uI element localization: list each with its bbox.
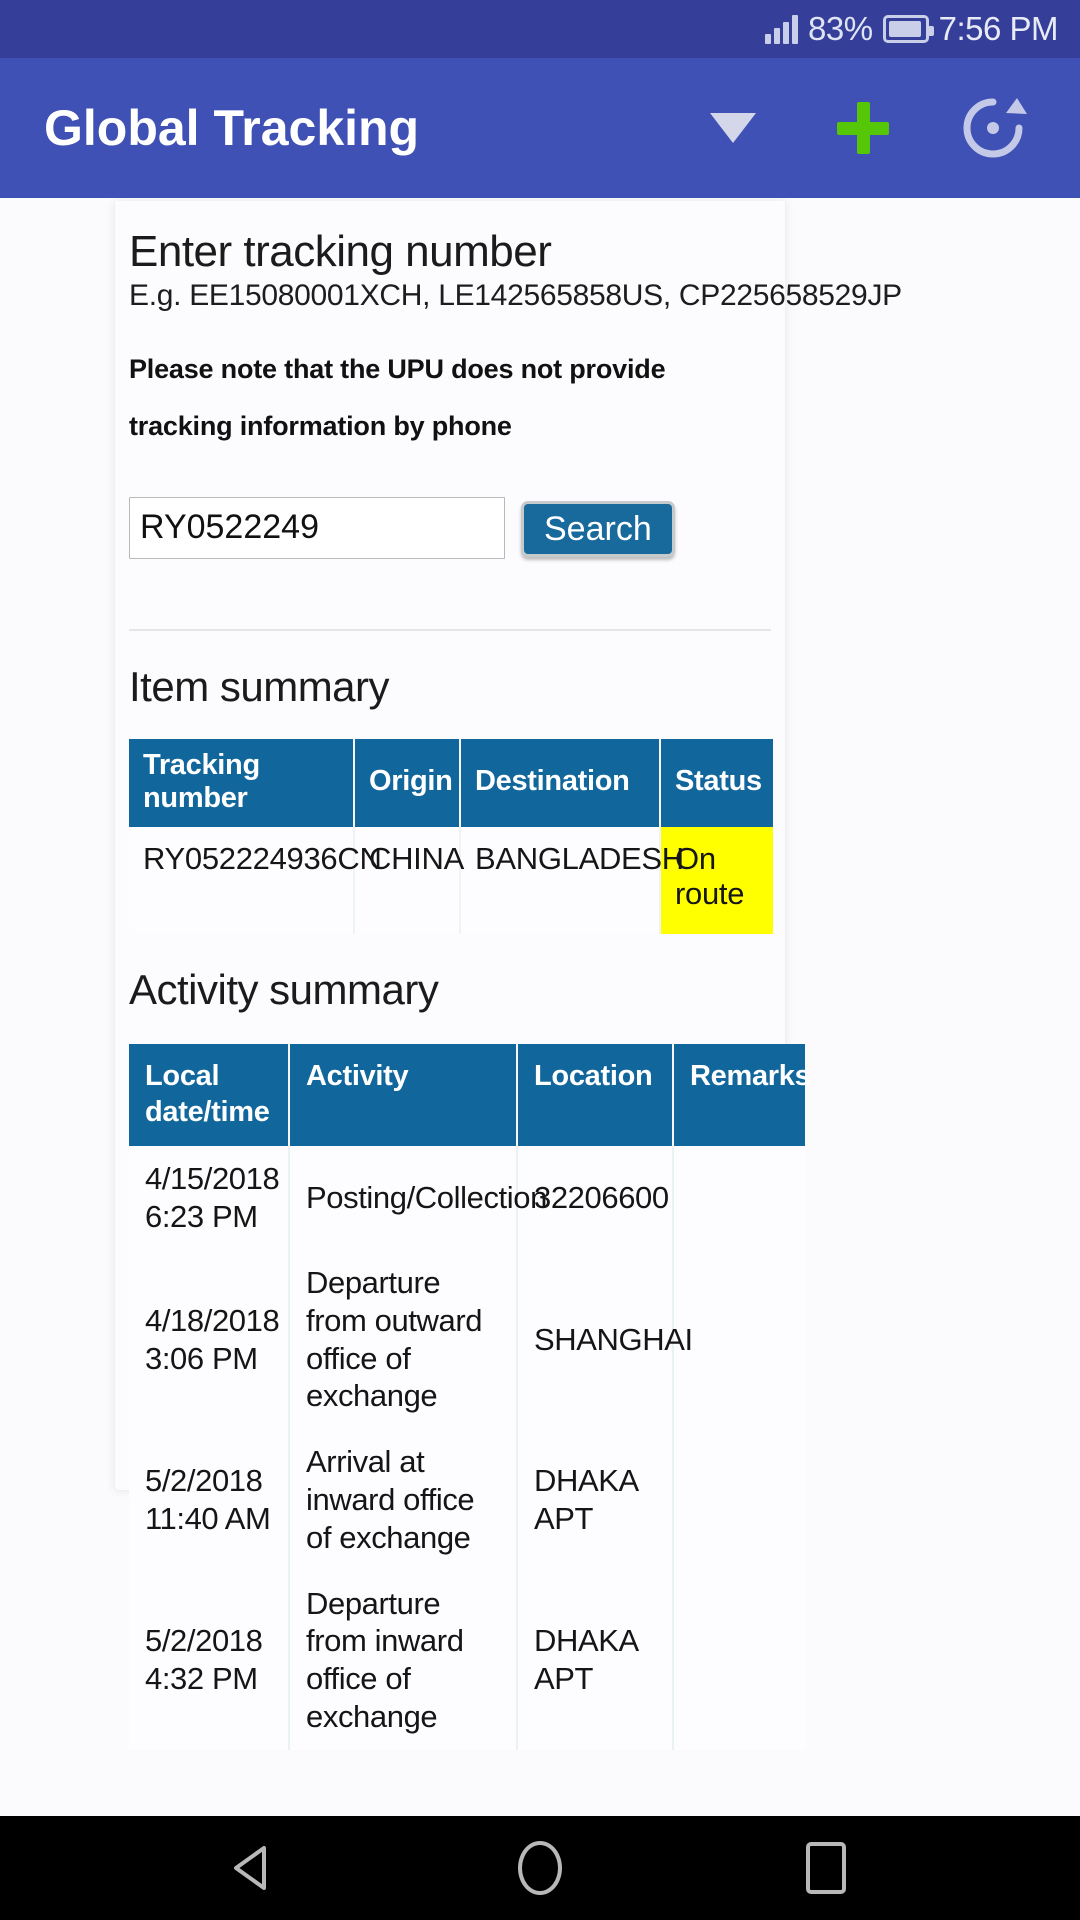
dropdown-caret-button[interactable] <box>698 93 768 163</box>
tracking-card: Enter tracking number E.g. EE15080001XCH… <box>114 201 902 1750</box>
plus-icon <box>835 100 891 156</box>
app-bar: Global Tracking <box>0 58 1080 198</box>
tracking-number-input[interactable] <box>129 496 505 559</box>
cell-location: DHAKA APT <box>517 1570 674 1750</box>
cell-location: DHAKA APT <box>517 1429 674 1571</box>
table-header-row: Tracking number Origin Destination Statu… <box>129 738 773 827</box>
recents-button[interactable] <box>797 1839 855 1897</box>
cell-remarks <box>673 1146 805 1250</box>
search-button[interactable]: Search <box>521 500 675 557</box>
column-header-status: Status <box>660 738 773 827</box>
column-header-location: Location <box>517 1043 674 1147</box>
activity-summary-heading: Activity summary <box>129 965 439 1013</box>
cell-datetime: 5/2/2018 4:32 PM <box>129 1570 290 1750</box>
recents-icon <box>806 1842 846 1894</box>
back-button[interactable] <box>225 1839 283 1897</box>
cell-activity: Arrival at inward office of exchange <box>289 1429 518 1571</box>
column-header-tracking-number: Tracking number <box>129 738 355 827</box>
system-navigation-bar <box>0 1816 1080 1920</box>
column-header-local-datetime: Local date/time <box>129 1043 290 1147</box>
cell-datetime: 4/18/2018 3:06 PM <box>129 1249 290 1430</box>
column-header-remarks: Remarks <box>673 1043 811 1147</box>
chevron-down-icon <box>710 113 756 143</box>
app-title: Global Tracking <box>44 100 420 156</box>
status-bar-clock: 7:56 PM <box>938 10 1059 47</box>
search-row: Search <box>129 496 771 559</box>
column-header-activity: Activity <box>289 1043 518 1147</box>
example-tracking-numbers: E.g. EE15080001XCH, LE142565858US, CP225… <box>129 279 902 313</box>
page-content: Enter tracking number E.g. EE15080001XCH… <box>0 198 1080 1816</box>
page-title: Enter tracking number <box>129 227 552 276</box>
status-badge: On route <box>660 826 773 934</box>
table-header-row: Local date/time Activity Location Remark… <box>129 1043 811 1147</box>
phone-screen: 83% 7:56 PM Global Tracking Enter tracki… <box>0 0 1080 1920</box>
column-header-destination: Destination <box>460 738 661 827</box>
cell-destination: BANGLADESH <box>460 826 684 934</box>
battery-icon <box>882 15 934 43</box>
app-bar-actions <box>698 93 1038 163</box>
table-row: RY052224936CN CHINA BANGLADESH On route <box>129 826 773 934</box>
signal-bars-icon <box>765 14 799 44</box>
cell-location: 32206600 <box>517 1146 674 1250</box>
table-row: 5/2/2018 4:32 PM Departure from inward o… <box>129 1570 805 1750</box>
add-button[interactable] <box>828 93 898 163</box>
cell-remarks <box>673 1249 805 1430</box>
back-icon <box>234 1846 266 1890</box>
item-summary-table: Tracking number Origin Destination Statu… <box>129 738 773 934</box>
table-row: 5/2/2018 11:40 AM Arrival at inward offi… <box>129 1429 805 1571</box>
cell-datetime: 4/15/2018 6:23 PM <box>129 1146 290 1250</box>
cell-remarks <box>673 1570 805 1750</box>
cell-datetime: 5/2/2018 11:40 AM <box>129 1429 290 1571</box>
activity-summary-table: Local date/time Activity Location Remark… <box>129 1043 811 1750</box>
cell-activity: Departure from inward office of exchange <box>289 1570 518 1750</box>
cell-activity: Posting/Collection <box>289 1146 547 1250</box>
table-row: 4/15/2018 6:23 PM Posting/Collection 322… <box>129 1146 805 1250</box>
item-summary-heading: Item summary <box>129 662 390 710</box>
home-button[interactable] <box>511 1839 569 1897</box>
refresh-button[interactable] <box>958 93 1028 163</box>
upu-note: Please note that the UPU does not provid… <box>129 354 666 441</box>
column-header-origin: Origin <box>354 738 461 827</box>
section-divider <box>129 628 771 631</box>
refresh-icon <box>963 98 1027 158</box>
home-icon <box>518 1841 562 1895</box>
cell-location: SHANGHAI <box>517 1249 693 1430</box>
status-bar-right: 83% 7:56 PM <box>765 10 1059 48</box>
cell-tracking-number: RY052224936CN <box>129 826 382 934</box>
cell-remarks <box>673 1429 805 1571</box>
cell-origin: CHINA <box>354 826 464 934</box>
status-bar: 83% 7:56 PM <box>0 0 1080 58</box>
battery-percent-label: 83% <box>808 10 873 47</box>
table-row: 4/18/2018 3:06 PM Departure from outward… <box>129 1249 805 1430</box>
cell-activity: Departure from outward office of exchang… <box>289 1249 518 1430</box>
